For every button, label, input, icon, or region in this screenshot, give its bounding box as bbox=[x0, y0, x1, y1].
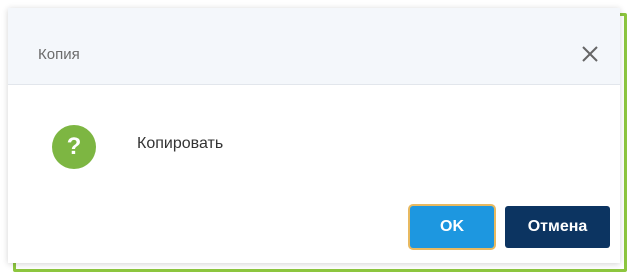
cancel-button[interactable]: Отмена bbox=[505, 206, 610, 248]
close-button[interactable] bbox=[575, 39, 605, 69]
dialog-body: ? Копировать OK Отмена bbox=[8, 85, 620, 263]
dialog-titlebar: Копия bbox=[8, 8, 620, 85]
dialog-title: Копия bbox=[38, 46, 80, 63]
copy-dialog: Копия ? Копировать OK Отмена bbox=[8, 8, 620, 263]
dialog-message: Копировать bbox=[137, 135, 224, 152]
close-icon bbox=[582, 46, 598, 62]
question-icon: ? bbox=[52, 125, 96, 169]
ok-button[interactable]: OK bbox=[410, 206, 494, 248]
